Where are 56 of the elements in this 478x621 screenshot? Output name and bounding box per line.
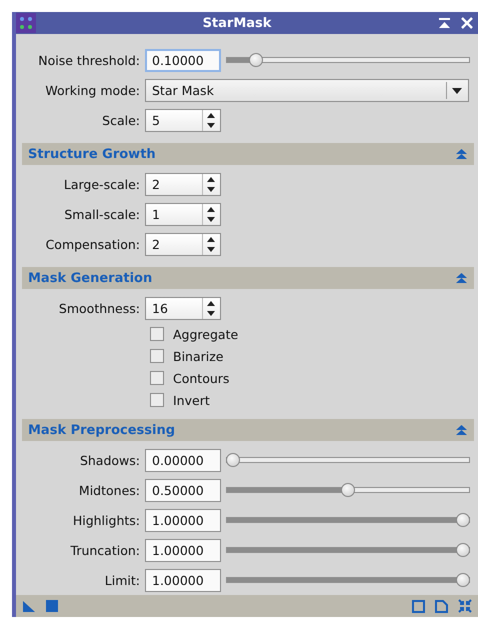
slider[interactable]	[226, 453, 470, 467]
collapse-icon	[455, 424, 468, 436]
spin-box[interactable]: 2	[145, 232, 221, 256]
checkbox[interactable]	[150, 349, 164, 363]
close-button[interactable]	[460, 16, 474, 30]
checkbox-label: Contours	[173, 370, 230, 386]
checkbox[interactable]	[150, 327, 164, 341]
collapse-icon	[455, 148, 468, 160]
field-label: Limit:	[104, 572, 141, 588]
collapse-icon	[455, 272, 468, 284]
slider-thumb[interactable]	[249, 53, 263, 67]
field-label: Truncation:	[70, 542, 141, 558]
spin-box[interactable]: 5	[145, 108, 221, 132]
app-icon	[16, 13, 36, 33]
checkbox-label: Aggregate	[173, 326, 238, 342]
triangle-icon[interactable]	[22, 600, 36, 612]
field-label: Shadows:	[78, 452, 141, 468]
number-field[interactable]: 1.00000	[145, 568, 221, 592]
spin-box[interactable]: 2	[145, 172, 221, 196]
number-field[interactable]: 1.00000	[145, 538, 221, 562]
dropdown[interactable]: Star Mask	[145, 78, 469, 102]
slider-thumb[interactable]	[456, 573, 470, 587]
window-title: StarMask	[202, 16, 272, 30]
dropdown-arrow-icon	[451, 86, 463, 94]
number-field[interactable]: 0.50000	[145, 478, 221, 502]
slider-thumb[interactable]	[341, 483, 355, 497]
field-label: Noise threshold:	[37, 52, 141, 68]
slider[interactable]	[226, 483, 470, 497]
slider[interactable]	[226, 543, 470, 557]
number-field[interactable]: 0.10000	[145, 48, 221, 72]
slider[interactable]	[226, 53, 470, 67]
slider-thumb[interactable]	[226, 453, 240, 467]
number-field[interactable]: 1.00000	[145, 508, 221, 532]
slider[interactable]	[226, 513, 470, 527]
field-label: Working mode:	[44, 82, 141, 98]
slider[interactable]	[226, 573, 470, 587]
checkbox-label: Binarize	[173, 348, 224, 364]
slider-thumb[interactable]	[456, 513, 470, 527]
checkbox[interactable]	[150, 371, 164, 385]
square-outline-icon[interactable]	[412, 600, 425, 612]
checkbox-label: Invert	[173, 392, 210, 408]
collapse-button[interactable]	[438, 17, 451, 29]
field-label: Scale:	[101, 112, 141, 128]
field-label: Small-scale:	[63, 206, 141, 222]
shrink-icon[interactable]	[458, 599, 472, 613]
spin-box[interactable]: 16	[145, 296, 221, 320]
slider-thumb[interactable]	[456, 543, 470, 557]
spin-box[interactable]: 1	[145, 202, 221, 226]
document-icon[interactable]	[435, 600, 448, 612]
field-label: Smoothness:	[58, 300, 141, 316]
number-field[interactable]: 0.00000	[145, 448, 221, 472]
field-label: Compensation:	[44, 236, 141, 252]
field-label: Large-scale:	[62, 176, 141, 192]
field-label: Midtones:	[78, 482, 141, 498]
field-label: Highlights:	[72, 512, 141, 528]
checkbox[interactable]	[150, 393, 164, 407]
